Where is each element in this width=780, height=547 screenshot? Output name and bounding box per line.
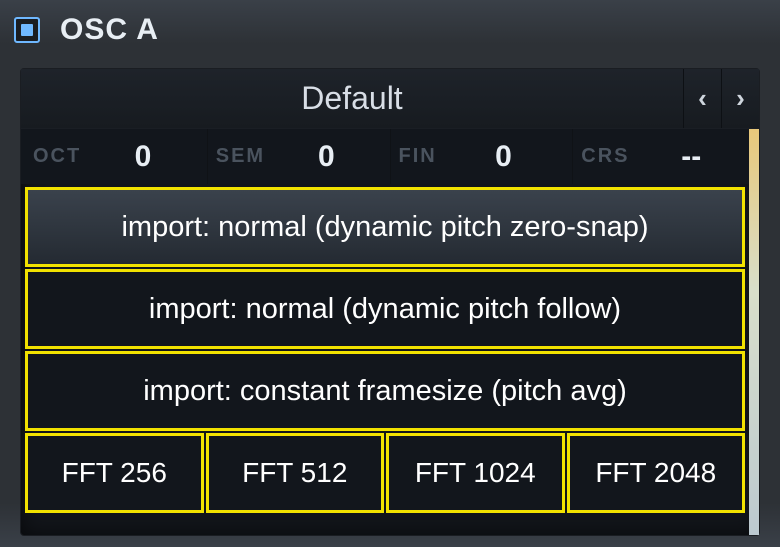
tune-fin-label: FIN (399, 145, 437, 168)
tune-oct-label: OCT (33, 145, 81, 168)
fft-row: FFT 256 FFT 512 FFT 1024 FFT 2048 (25, 433, 745, 513)
preset-name-display[interactable]: Default (21, 69, 683, 128)
osc-header: OSC A (0, 0, 780, 60)
menu-import-pitch-follow[interactable]: import: normal (dynamic pitch follow) (25, 269, 745, 349)
import-menu: import: normal (dynamic pitch zero-snap)… (25, 187, 745, 531)
tune-fin[interactable]: FIN 0 (391, 129, 574, 184)
menu-fft-2048[interactable]: FFT 2048 (567, 433, 746, 513)
tune-fin-value: 0 (443, 140, 565, 174)
menu-fft-1024[interactable]: FFT 1024 (386, 433, 565, 513)
tune-sem-value: 0 (271, 140, 381, 174)
tune-row: OCT 0 SEM 0 FIN 0 CRS -- (21, 129, 759, 184)
menu-import-constant-framesize[interactable]: import: constant framesize (pitch avg) (25, 351, 745, 431)
menu-fft-512[interactable]: FFT 512 (206, 433, 385, 513)
tune-crs-label: CRS (581, 145, 629, 168)
tune-oct[interactable]: OCT 0 (25, 129, 208, 184)
tune-crs[interactable]: CRS -- (573, 129, 755, 184)
preset-prev-button[interactable]: ‹ (683, 69, 721, 128)
right-scroll-strip[interactable] (749, 129, 759, 535)
osc-title: OSC A (60, 13, 159, 47)
osc-power-toggle[interactable] (14, 17, 40, 43)
tune-crs-value: -- (635, 140, 747, 174)
preset-row: Default ‹ › (21, 69, 759, 129)
tune-oct-value: 0 (87, 140, 199, 174)
tune-sem-label: SEM (216, 145, 265, 168)
preset-next-button[interactable]: › (721, 69, 759, 128)
tune-sem[interactable]: SEM 0 (208, 129, 391, 184)
menu-fft-256[interactable]: FFT 256 (25, 433, 204, 513)
menu-import-zero-snap[interactable]: import: normal (dynamic pitch zero-snap) (25, 187, 745, 267)
osc-panel: Default ‹ › OCT 0 SEM 0 FIN 0 CRS -- imp… (20, 68, 760, 536)
